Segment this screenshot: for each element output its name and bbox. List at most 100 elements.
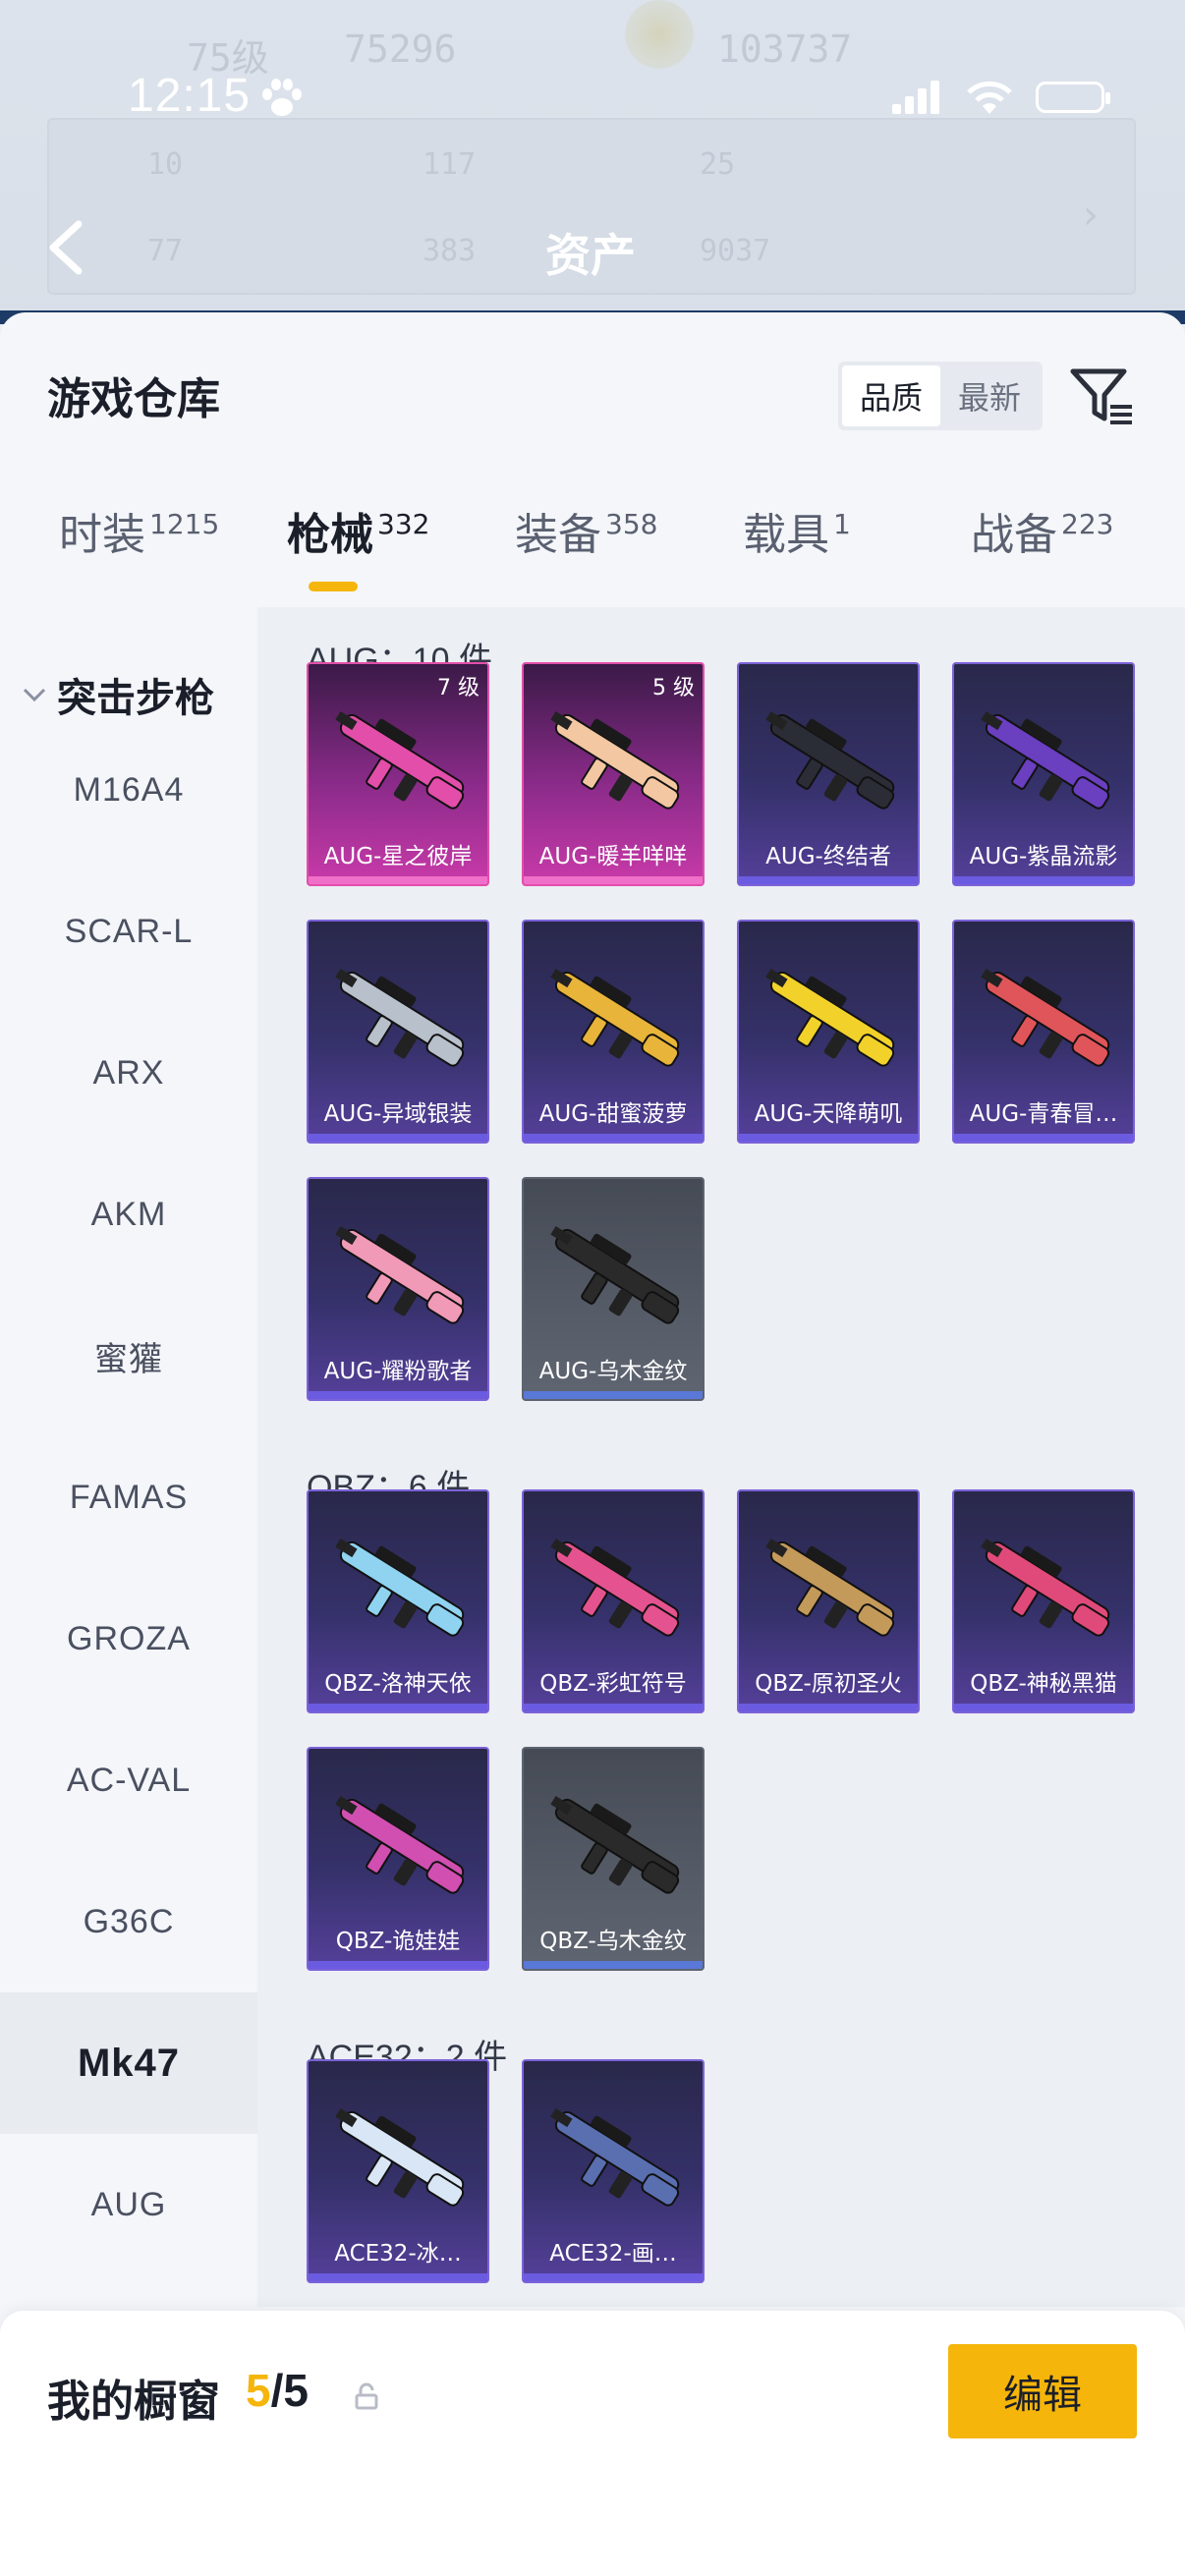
weapon-card[interactable]: QBZ-彩虹符号 [522,1489,705,1713]
weapon-card[interactable]: AUG-异域银装 [307,920,489,1144]
tab-firearms[interactable]: 枪械 332 [287,499,429,562]
weapon-level-badge: 7 级 [437,676,480,700]
weapon-image [981,711,1110,810]
active-tab-indicator [309,582,358,591]
sort-quality-button[interactable]: 品质 [842,365,940,426]
sidebar-item-honey-badger[interactable]: 蜜獾 [0,1285,257,1427]
background-header: 75级 75296 103737 10 117 25 77 383 9037 1… [0,0,1185,324]
weapon-name: QBZ-乌木金纹 [539,1929,687,1954]
page-title: 资产 [545,229,636,282]
quality-bar [954,876,1133,884]
tab-label: 载具 [743,510,829,560]
weapon-name: QBZ-洛神天依 [324,1671,472,1697]
sort-newest-button[interactable]: 最新 [940,365,1039,426]
sidebar-item-ac-val[interactable]: AC-VAL [0,1709,257,1851]
paw-icon [262,79,302,116]
sidebar-item-groza[interactable]: GROZA [0,1568,257,1709]
weapon-image [765,969,895,1067]
weapon-name: AUG-耀粉歌者 [323,1359,473,1384]
sidebar-item-g36c[interactable]: G36C [0,1851,257,1992]
quality-bar [524,2273,703,2281]
weapon-card[interactable]: QBZ-诡娃娃 [307,1747,489,1971]
weapon-card[interactable]: AUG-耀粉歌者 [307,1177,489,1401]
sidebar-item-arx[interactable]: ARX [0,1002,257,1144]
weapon-card[interactable]: ACE32-画… [522,2059,705,2283]
sidebar-category-assault-rifle[interactable]: 突击步枪 [22,666,214,723]
weapon-name: AUG-青春冒… [969,1101,1118,1127]
sidebar-item-mk47[interactable]: Mk47 [0,1992,257,2134]
quality-bar [524,1704,703,1711]
quality-bar [954,1704,1133,1711]
showcase-bar: 我的橱窗 5/5 编辑 [0,2311,1185,2576]
weapon-card[interactable]: QBZ-乌木金纹 [522,1747,705,1971]
quality-bar [524,1134,703,1142]
sidebar-item-m16a4[interactable]: M16A4 [0,719,257,861]
wifi-icon [967,81,1012,114]
quality-bar [739,1704,918,1711]
quality-bar [309,1961,487,1969]
tab-fashion[interactable]: 时装 1215 [59,499,219,562]
weapon-card[interactable]: QBZ-神秘黑猫 [952,1489,1135,1713]
showcase-separator: / [270,2365,284,2416]
quality-bar [309,876,487,884]
weapon-image [550,1226,680,1324]
weapon-image [335,1539,465,1637]
edit-button[interactable]: 编辑 [948,2344,1137,2438]
emblem-icon [625,0,694,69]
quality-bar [524,876,703,884]
weapon-card[interactable]: AUG-终结者 [737,662,920,886]
weapon-name: AUG-暖羊咩咩 [538,844,688,869]
warehouse-sheet: 游戏仓库 品质 最新 时装 1215 枪械 332 装备 358 载具 1 战备 223 … [0,312,1185,2576]
tab-count: 358 [605,508,658,540]
weapon-card[interactable]: AUG-天降萌叽 [737,920,920,1144]
weapon-name: AUG-异域银装 [323,1101,473,1127]
sidebar-item-scar-l[interactable]: SCAR-L [0,861,257,1002]
tab-vehicles[interactable]: 载具 1 [743,499,851,562]
weapon-name: QBZ-彩虹符号 [539,1671,687,1697]
quality-bar [309,1704,487,1711]
quality-bar [739,1134,918,1142]
weapon-name: QBZ-原初圣火 [755,1671,902,1697]
weapon-card[interactable]: QBZ-原初圣火 [737,1489,920,1713]
sidebar-item-akm[interactable]: AKM [0,1144,257,1285]
tab-equipment[interactable]: 装备 358 [515,499,657,562]
category-tabs: 时装 1215 枪械 332 装备 358 载具 1 战备 223 [0,499,1185,597]
chevron-down-icon [23,688,46,702]
weapon-name: AUG-天降萌叽 [754,1101,903,1127]
sidebar-category-label: 突击步枪 [57,676,214,721]
weapon-image [550,2108,680,2207]
weapon-image [335,2108,465,2207]
weapon-card[interactable]: AUG-甜蜜菠萝 [522,920,705,1144]
weapon-card[interactable]: AUG-乌木金纹 [522,1177,705,1401]
filter-icon[interactable] [1067,362,1136,430]
showcase-count: 5/5 [246,2364,309,2417]
back-arrow-icon[interactable] [43,218,86,277]
weapon-image [335,1226,465,1324]
tab-combat-gear[interactable]: 战备 223 [971,499,1113,562]
weapon-card[interactable]: AUG-青春冒… [952,920,1135,1144]
weapon-card[interactable]: AUG-紫晶流影 [952,662,1135,886]
weapon-card[interactable]: ACE32-冰… [307,2059,489,2283]
weapon-image [335,711,465,810]
weapon-card[interactable]: 7 级 AUG-星之彼岸 [307,662,489,886]
tab-count: 332 [377,508,430,540]
tab-count: 1 [833,508,851,540]
ghost-stat: 117 [423,147,477,182]
weapon-image [550,1796,680,1894]
showcase-total: 5 [283,2365,309,2416]
weapon-name: AUG-乌木金纹 [538,1359,688,1384]
weapon-level-badge: 5 级 [652,676,695,700]
sort-toggle: 品质 最新 [838,362,1043,430]
signal-icon [892,81,943,114]
ghost-score: 75296 [344,28,457,71]
ghost-stat: 9037 [700,234,771,268]
sidebar-item-famas[interactable]: FAMAS [0,1427,257,1568]
weapon-image [550,969,680,1067]
showcase-label: 我的橱窗 [47,2377,220,2427]
ghost-stat: 77 [147,234,184,268]
weapon-card[interactable]: QBZ-洛神天依 [307,1489,489,1713]
weapon-card[interactable]: 5 级 AUG-暖羊咩咩 [522,662,705,886]
weapon-image [335,969,465,1067]
tab-label: 装备 [515,510,601,560]
sidebar-item-aug[interactable]: AUG [0,2134,257,2275]
